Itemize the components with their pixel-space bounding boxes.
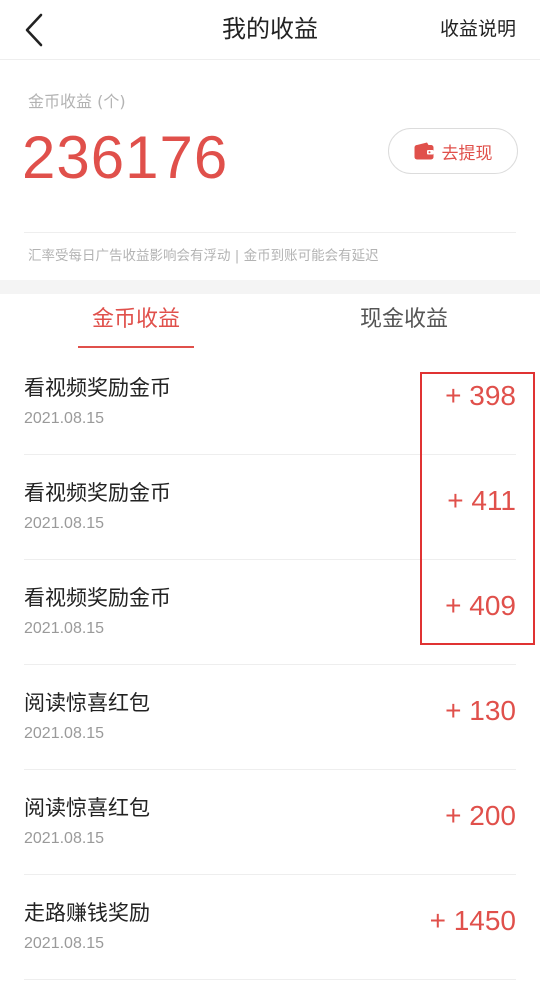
coin-balance-value: 236176	[22, 124, 229, 191]
list-item[interactable]: 阅读惊喜红包 2021.08.15 + 130	[0, 665, 540, 770]
withdraw-label: 去提现	[441, 143, 493, 164]
list-item[interactable]: 看视频奖励金币 2021.08.15 + 411	[0, 455, 540, 560]
record-date: 2021.08.15	[24, 725, 105, 742]
tab-cash-earnings[interactable]: 现金收益	[346, 294, 462, 350]
coin-balance-label: 金币收益 (个)	[28, 92, 126, 111]
section-gap	[0, 280, 540, 294]
record-name: 看视频奖励金币	[24, 586, 171, 610]
list-item[interactable]: 看视频奖励金币 2021.08.15 + 409	[0, 560, 540, 665]
record-date: 2021.08.15	[24, 515, 105, 532]
record-date: 2021.08.15	[24, 410, 105, 427]
record-name: 看视频奖励金币	[24, 376, 171, 400]
record-amount: + 409	[445, 590, 516, 621]
active-tab-indicator	[78, 346, 194, 348]
record-date: 2021.08.15	[24, 830, 105, 847]
withdraw-button[interactable]: 去提现	[388, 128, 518, 174]
earnings-tabs: 金币收益 现金收益	[0, 294, 540, 350]
record-amount: + 398	[445, 380, 516, 411]
row-divider	[24, 979, 516, 980]
record-date: 2021.08.15	[24, 620, 105, 637]
record-name: 走路赚钱奖励	[24, 901, 150, 925]
record-name: 阅读惊喜红包	[24, 796, 150, 820]
record-name: 阅读惊喜红包	[24, 691, 150, 715]
record-amount: + 1450	[429, 905, 516, 936]
earnings-help-link[interactable]: 收益说明	[440, 0, 516, 60]
record-name: 看视频奖励金币	[24, 481, 171, 505]
divider	[24, 232, 516, 233]
wallet-icon	[414, 142, 434, 160]
exchange-rate-notice: 汇率受每日广告收益影响会有浮动 | 金币到账可能会有延迟	[28, 248, 379, 264]
record-date: 2021.08.15	[24, 935, 105, 952]
list-item[interactable]: 走路赚钱奖励 2021.08.15 + 1450	[0, 875, 540, 980]
record-amount: + 130	[445, 695, 516, 726]
list-item[interactable]: 阅读惊喜红包 2021.08.15 + 200	[0, 770, 540, 875]
top-bar: 我的收益 收益说明	[0, 0, 540, 60]
record-amount: + 411	[447, 485, 516, 516]
earnings-list: 看视频奖励金币 2021.08.15 + 398 看视频奖励金币 2021.08…	[0, 350, 540, 980]
record-amount: + 200	[445, 800, 516, 831]
list-item[interactable]: 看视频奖励金币 2021.08.15 + 398	[0, 350, 540, 455]
tab-coin-earnings[interactable]: 金币收益	[78, 294, 194, 350]
